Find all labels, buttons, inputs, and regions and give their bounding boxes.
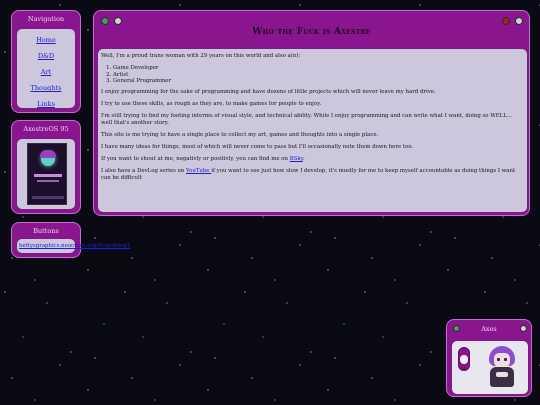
axes-dot-grey[interactable] — [520, 325, 527, 332]
speech-bubble-inner: Hi — [460, 355, 468, 372]
buttons-inner: bettysgraphics.neocities.org/blogs/blog1 — [16, 238, 130, 254]
contact-suffix: . — [302, 155, 305, 162]
main-panel: Who the Fuck is Axestre Well, I'm a prou… — [93, 10, 530, 216]
list-item: Game Developer — [113, 65, 524, 72]
banner-text — [34, 174, 62, 177]
axes-panel: Axes Hi — [446, 319, 532, 397]
character-eye-left — [497, 358, 500, 361]
paragraph-projects: I enjoy programming for the sake of prog… — [101, 88, 436, 95]
os-button-title: AxestreOS 95 — [23, 125, 69, 133]
roles-list: Game Developer Artist General Programmer — [101, 65, 524, 85]
bsky-link[interactable]: BSky — [290, 156, 303, 162]
nav-link-home[interactable]: Home — [36, 32, 56, 48]
buttons-panel: Buttons bettysgraphics.neocities.org/blo… — [11, 222, 130, 258]
paragraph-style: I'm still trying to find my footing inte… — [101, 112, 512, 126]
site-banner-image[interactable] — [27, 143, 67, 205]
character-eye-right — [504, 358, 507, 361]
navigation-inner: Home D&D Art Thoughts Links — [16, 28, 76, 109]
window-dot-red-right[interactable] — [502, 17, 510, 25]
window-dot-grey-right[interactable] — [515, 17, 523, 25]
paragraph-devlog: I also have a DevLog series on YouTube i… — [101, 168, 524, 182]
main-content: Well, I'm a proud trans woman with 29 ye… — [97, 48, 528, 213]
axes-inner: Hi — [451, 340, 529, 395]
window-dot-grey-left[interactable] — [114, 17, 122, 25]
navigation-title: Navigation — [27, 15, 65, 23]
navigation-panel: Navigation Home D&D Art Thoughts Links — [11, 10, 81, 113]
character-body — [490, 367, 514, 387]
window-dot-green-left[interactable] — [101, 17, 109, 25]
paragraph-site: This site is me trying to have a single … — [101, 131, 379, 138]
character-hand — [496, 372, 508, 377]
devlog-prefix: I also have a DevLog series on — [101, 167, 186, 174]
youtube-link[interactable]: YouTube — [186, 168, 211, 174]
banner-text-2 — [37, 180, 59, 182]
list-item: General Programmer — [113, 78, 524, 85]
nav-link-thoughts[interactable]: Thoughts — [31, 80, 62, 96]
list-item: Artist — [113, 72, 524, 79]
paragraph-contact: If you want to shout at me, negativly or… — [101, 156, 524, 163]
contact-prefix: If you want to shout at me, negativly or… — [101, 155, 290, 162]
character-avatar — [486, 346, 518, 390]
nav-link-art[interactable]: Art — [41, 64, 51, 80]
os-button-inner — [16, 138, 76, 210]
axes-dot-green[interactable] — [453, 325, 460, 332]
nav-link-links[interactable]: Links — [37, 96, 55, 112]
buttons-link[interactable]: bettysgraphics.neocities.org/blogs/blog1 — [19, 243, 130, 249]
paragraph-ideas: I have many ideas for things, most of wh… — [101, 143, 414, 150]
bubble-text: Hi — [461, 366, 467, 372]
page-title: Who the Fuck is Axestre — [252, 27, 371, 37]
speech-bubble: Hi — [458, 347, 470, 372]
buttons-title: Buttons — [33, 227, 59, 235]
banner-footer — [32, 196, 64, 199]
intro-text: Well, I'm a proud trans woman with 29 ye… — [101, 53, 301, 59]
banner-avatar-hair — [40, 150, 56, 158]
paragraph-skills: I try to use these skills, as rough as t… — [101, 100, 322, 107]
os-button-panel: AxestreOS 95 — [11, 120, 81, 214]
nav-link-dnd[interactable]: D&D — [38, 48, 54, 64]
